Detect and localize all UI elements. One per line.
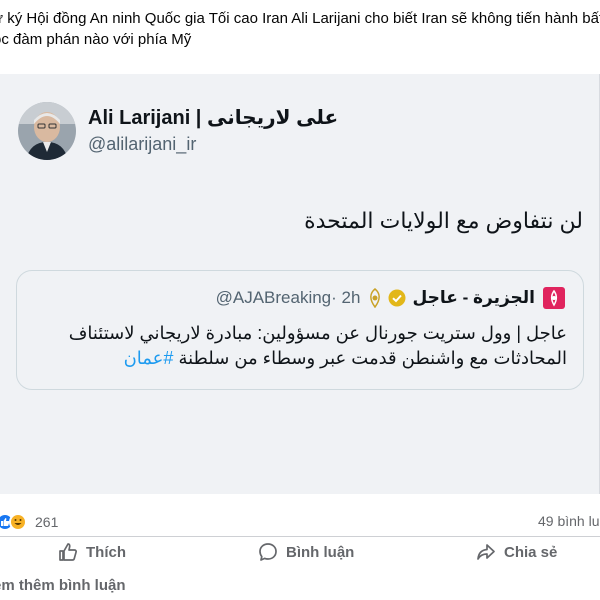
post-stats: 261 49 bình lu bbox=[0, 510, 600, 534]
share-label: Chia sẻ bbox=[504, 543, 558, 561]
tweet-handle: @alilarijani_ir bbox=[88, 134, 197, 154]
quoted-line-1: عاجل | وول ستريت جورنال عن مسؤولين: مباد… bbox=[68, 323, 567, 343]
tweet-screenshot-card[interactable]: Ali Larijani | علی لاریجانی @alilarijani… bbox=[0, 74, 600, 494]
comment-button[interactable]: Bình luận bbox=[258, 542, 354, 562]
avatar bbox=[18, 102, 76, 160]
share-arrow-icon bbox=[477, 544, 495, 560]
post-text-line-1: ư ký Hội đồng An ninh Quốc gia Tối cao I… bbox=[0, 10, 600, 27]
reaction-summary[interactable]: 261 bbox=[0, 513, 58, 531]
aljazeera-logo-icon bbox=[543, 287, 565, 309]
quoted-tweet-text: عاجل | وول ستريت جورنال عن مسؤولين: مباد… bbox=[37, 321, 567, 371]
tweet-author: Ali Larijani | علی لاریجانی @alilarijani… bbox=[18, 102, 338, 160]
quoted-line-2: المحادثات مع واشنطن قدمت عبر وسطاء من سل… bbox=[123, 348, 567, 368]
comment-label: Bình luận bbox=[286, 543, 355, 561]
action-bar: Thích Bình luận Chia sẻ bbox=[0, 540, 600, 564]
comment-bubble-icon bbox=[259, 543, 277, 561]
like-label: Thích bbox=[86, 543, 126, 561]
hashtag-link[interactable]: #عمان bbox=[124, 348, 174, 368]
divider bbox=[0, 536, 600, 537]
quoted-tweet[interactable]: @AJABreaking· 2h الجزيرة - عاجل عاجل | و… bbox=[16, 270, 584, 390]
comment-count[interactable]: 49 bình lu bbox=[538, 513, 600, 529]
aljazeera-emblem-icon bbox=[366, 288, 384, 309]
reaction-count: 261 bbox=[35, 514, 59, 530]
share-button[interactable]: Chia sẻ bbox=[476, 542, 557, 562]
display-name-arabic: علی لاریجانی bbox=[206, 107, 339, 129]
verified-badge-icon bbox=[388, 289, 406, 307]
tweet-text: لن نتفاوض مع الولايات المتحدة bbox=[304, 208, 583, 233]
like-button[interactable]: Thích bbox=[58, 542, 126, 562]
tweet-display-name: Ali Larijani | علی لاریجانی bbox=[88, 106, 338, 130]
display-name-latin: Ali Larijani | bbox=[88, 107, 207, 129]
quoted-display-name: الجزيرة - عاجل bbox=[412, 288, 535, 307]
thumbs-up-icon bbox=[59, 543, 78, 561]
quoted-handle: @AJABreaking· 2h bbox=[215, 288, 361, 307]
view-more-comments-link[interactable]: em thêm bình luận bbox=[0, 577, 126, 594]
haha-reaction-icon bbox=[9, 513, 27, 531]
quoted-tweet-header: @AJABreaking· 2h الجزيرة - عاجل bbox=[216, 287, 565, 309]
post-text: ư ký Hội đồng An ninh Quốc gia Tối cao I… bbox=[0, 8, 600, 50]
post-text-line-2: ộc đàm phán nào với phía Mỹ bbox=[0, 31, 192, 48]
